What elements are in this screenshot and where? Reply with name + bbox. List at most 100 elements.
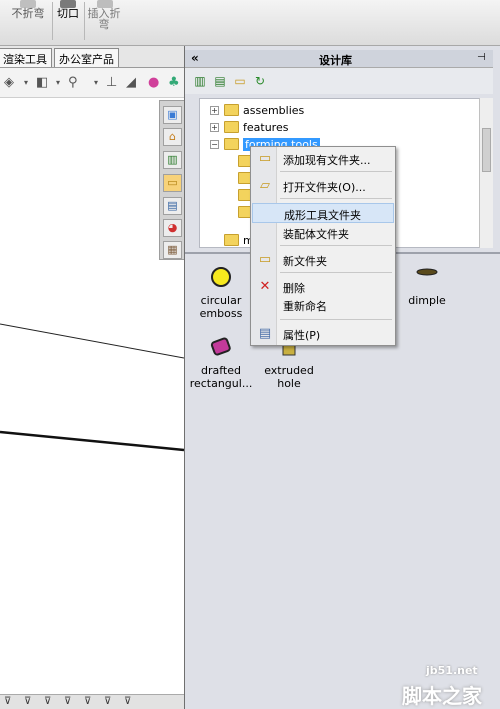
no-bend-label: 不折弯 xyxy=(11,7,45,20)
menu-item-label: 装配体文件夹 xyxy=(283,228,349,241)
add-folder-icon: ▭ xyxy=(258,151,272,166)
new-folder-icon: ▭ xyxy=(258,252,272,267)
filter-icon[interactable]: ⊽ xyxy=(104,696,111,707)
menu-item-label: 添加现有文件夹... xyxy=(283,154,371,167)
ribbon-separator xyxy=(52,2,53,40)
scrollbar-thumb[interactable] xyxy=(482,128,491,172)
tab-home[interactable]: ⌂ xyxy=(163,128,182,146)
filter-icon[interactable]: ⊽ xyxy=(84,696,91,707)
design-library-title: 设计库 xyxy=(319,54,352,67)
expand-icon[interactable]: + xyxy=(210,106,219,115)
design-library-title-bar: « 设计库 ⊣ xyxy=(185,50,493,68)
view-orientation-icon[interactable]: ◈ xyxy=(4,76,14,90)
no-bend-button[interactable]: 不折弯 xyxy=(8,0,48,44)
menu-item-label: 重新命名 xyxy=(283,300,327,313)
tab-view-palette[interactable]: ▤ xyxy=(163,197,182,215)
design-library-toolbar: ▥ ▤ ▭ ↻ xyxy=(185,68,493,94)
tree-node-label: assemblies xyxy=(243,104,305,117)
model-edges xyxy=(0,323,184,452)
menu-separator xyxy=(280,272,392,273)
rip-label: 切口 xyxy=(57,7,79,20)
menu-separator xyxy=(280,171,392,172)
chevron-down-icon[interactable]: ▾ xyxy=(56,76,60,90)
filter-icon[interactable]: ⊽ xyxy=(4,696,11,707)
scene-icon[interactable]: ♣ xyxy=(168,76,180,90)
library-item-drafted-rectangular[interactable]: drafted rectangul... xyxy=(185,336,257,390)
tree-node-assemblies[interactable]: + assemblies xyxy=(200,103,460,119)
open-folder-icon: ▱ xyxy=(260,178,270,193)
custom-properties-icon: ▦ xyxy=(167,243,178,256)
folder-icon: ▭ xyxy=(167,176,178,189)
collapse-pane-button[interactable]: « xyxy=(191,51,199,65)
tab-render-tools[interactable]: 渲染工具 xyxy=(0,48,52,67)
heads-up-view-toolbar: ◈ ▾ ◧ ▾ ⚲ ▾ ⊥ ◢ ● ♣ xyxy=(0,68,184,98)
menu-item-label: 删除 xyxy=(283,282,305,295)
chevron-down-icon[interactable]: ▾ xyxy=(94,76,98,90)
tab-label: 渲染工具 xyxy=(3,53,47,66)
tab-office-products[interactable]: 办公室产品 xyxy=(54,48,119,67)
add-file-location-icon[interactable]: ▤ xyxy=(211,72,229,90)
library-item-label: circular emboss xyxy=(199,294,243,320)
appearance-icon[interactable]: ● xyxy=(148,76,159,90)
pin-icon[interactable]: ⊣ xyxy=(477,52,486,63)
circular-emboss-icon xyxy=(211,267,231,287)
tree-scrollbar[interactable] xyxy=(479,98,493,248)
bottom-toolbar: ⊽ ⊽ ⊽ ⊽ ⊽ ⊽ ⊽ xyxy=(0,694,185,709)
filter-icon[interactable]: ⊽ xyxy=(44,696,51,707)
resources-icon: ▣ xyxy=(167,108,178,121)
filter-icon[interactable]: ⊽ xyxy=(124,696,131,707)
library-item-circular-emboss[interactable]: circular emboss xyxy=(185,266,257,320)
library-item-dimple[interactable]: dimple xyxy=(391,266,463,307)
tree-node-label: features xyxy=(243,121,289,134)
menu-separator xyxy=(280,245,392,246)
menu-item-label: 成形工具文件夹 xyxy=(284,209,361,222)
menu-item-new-folder[interactable]: ▭ 新文件夹 xyxy=(252,250,394,270)
watermark-url: jb51.net xyxy=(426,664,478,677)
menu-separator xyxy=(280,198,392,199)
expand-icon[interactable]: + xyxy=(210,123,219,132)
watermark: jb51.net 脚本之家 xyxy=(392,664,500,709)
menu-item-add-existing-folder[interactable]: ▭ 添加现有文件夹... xyxy=(252,149,394,169)
filter-icon[interactable]: ⊽ xyxy=(64,696,71,707)
create-folder-icon[interactable]: ▭ xyxy=(231,72,249,90)
tab-strip: 渲染工具 办公室产品 xyxy=(0,46,184,68)
display-style-icon[interactable]: ◧ xyxy=(36,76,48,90)
command-manager-ribbon: 不折弯 切口 插入折弯 xyxy=(0,0,500,46)
properties-icon: ▤ xyxy=(258,326,272,341)
task-pane-tabs: ▣ ⌂ ▥ ▭ ▤ ◕ ▦ xyxy=(159,100,185,260)
folder-icon xyxy=(224,234,239,246)
tab-design-library[interactable]: ▥ xyxy=(163,151,182,169)
menu-item-properties[interactable]: ▤ 属性(P) xyxy=(252,324,394,344)
menu-item-assembly-folder[interactable]: 装配体文件夹 xyxy=(252,223,394,243)
insert-bends-label: 插入折弯 xyxy=(87,7,121,31)
filter-icon[interactable]: ⊽ xyxy=(24,696,31,707)
tab-solidworks-resources[interactable]: ▣ xyxy=(163,106,182,124)
folder-icon xyxy=(224,121,239,133)
menu-item-label: 属性(P) xyxy=(283,329,321,342)
chevron-down-icon[interactable]: ▾ xyxy=(24,76,28,90)
refresh-icon[interactable]: ↻ xyxy=(251,72,269,90)
home-icon: ⌂ xyxy=(169,130,176,143)
hide-show-icon[interactable]: ⚲ xyxy=(68,76,78,90)
menu-item-delete[interactable]: ✕ 删除 xyxy=(252,277,394,297)
tab-file-explorer[interactable]: ▭ xyxy=(163,174,182,192)
lighting-icon[interactable]: ⊥ xyxy=(106,76,117,90)
view-palette-icon: ▤ xyxy=(167,199,178,212)
collapse-icon[interactable]: − xyxy=(210,140,219,149)
library-item-label: dimple xyxy=(408,294,446,307)
tab-appearances[interactable]: ◕ xyxy=(163,219,182,237)
menu-item-open-folder[interactable]: ▱ 打开文件夹(O)... xyxy=(252,176,394,196)
section-view-icon[interactable]: ◢ xyxy=(126,76,136,90)
add-to-library-icon[interactable]: ▥ xyxy=(191,72,209,90)
folder-icon xyxy=(224,138,239,150)
insert-bends-button[interactable]: 插入折弯 xyxy=(86,0,124,44)
watermark-text: 脚本之家 xyxy=(402,684,482,708)
tree-node-features[interactable]: + features xyxy=(200,120,460,136)
menu-item-forming-tools-folder[interactable]: 成形工具文件夹 xyxy=(252,203,394,223)
rip-button[interactable]: 切口 xyxy=(54,0,82,44)
drafted-rectangular-icon xyxy=(210,337,231,356)
menu-item-rename[interactable]: 重新命名 xyxy=(252,295,394,315)
library-item-label: drafted rectangul... xyxy=(189,364,253,390)
tab-custom-properties[interactable]: ▦ xyxy=(163,241,182,259)
graphics-area[interactable] xyxy=(0,98,184,694)
